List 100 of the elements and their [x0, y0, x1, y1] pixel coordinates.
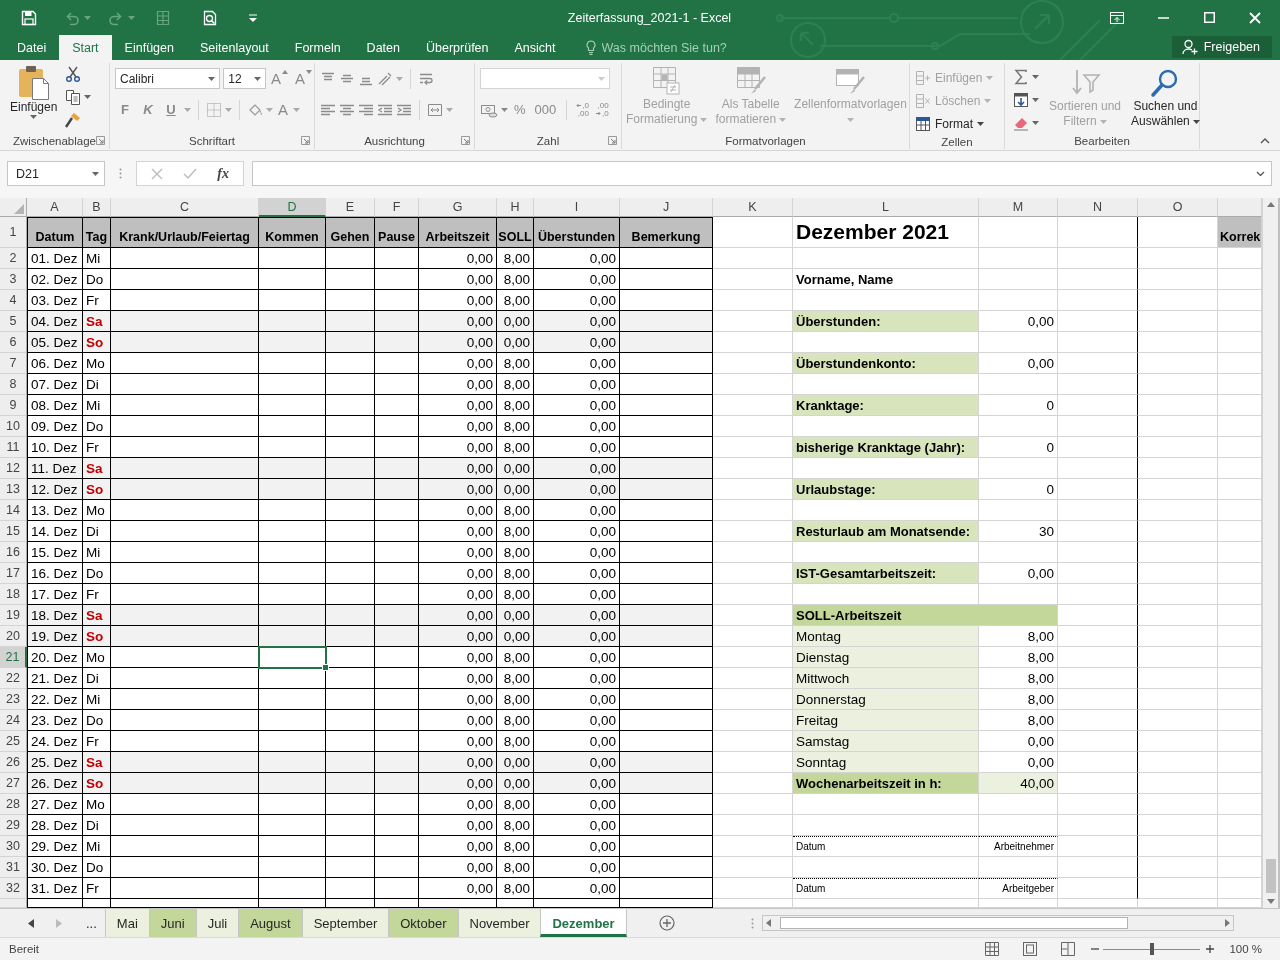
name-box[interactable]: D21: [7, 161, 105, 186]
number-format-field[interactable]: [480, 68, 610, 89]
sheet-tab[interactable]: September: [301, 909, 389, 937]
scrollbar-thumb[interactable]: [1265, 859, 1276, 893]
scroll-right-icon[interactable]: [1224, 919, 1230, 927]
scroll-down-icon[interactable]: [1266, 899, 1275, 904]
row-header[interactable]: 27: [0, 773, 27, 794]
font-size-combobox[interactable]: 12: [223, 68, 266, 89]
page-magnifier-icon[interactable]: [202, 9, 218, 26]
column-header[interactable]: H: [497, 198, 534, 217]
row-header[interactable]: 32: [0, 878, 27, 899]
ribbon-tab[interactable]: Formeln: [281, 35, 354, 60]
dotted-grid-icon[interactable]: [206, 101, 222, 118]
column-header[interactable]: E: [326, 198, 375, 217]
sheet-tab[interactable]: November: [457, 909, 541, 937]
vertical-dots-icon[interactable]: [750, 917, 754, 929]
insert-function-button[interactable]: fx: [217, 165, 229, 182]
row-header[interactable]: 22: [0, 668, 27, 689]
column-header[interactable]: B: [83, 198, 111, 217]
checkmark-icon[interactable]: [183, 167, 198, 180]
corner-arrow-icon[interactable]: [96, 136, 105, 145]
ribbon-tab[interactable]: Überprüfen: [412, 35, 502, 60]
row-header[interactable]: 31: [0, 857, 27, 878]
zoom-in-icon[interactable]: [1206, 945, 1215, 953]
selected-cell[interactable]: [259, 647, 326, 668]
row-header[interactable]: 14: [0, 500, 27, 521]
column-header[interactable]: I: [534, 198, 620, 217]
row-header[interactable]: 29: [0, 815, 27, 836]
sigma-icon[interactable]: [1013, 69, 1029, 85]
row-header[interactable]: 2: [0, 248, 27, 269]
corner-arrow-icon[interactable]: [608, 136, 617, 145]
vertical-dots-icon[interactable]: [119, 168, 122, 179]
column-header[interactable]: G: [419, 198, 497, 217]
page-icon[interactable]: [1023, 942, 1038, 956]
down-arrow-box-icon[interactable]: [1013, 92, 1029, 108]
column-header[interactable]: N: [1058, 198, 1138, 217]
cells-button[interactable]: Format: [915, 112, 1004, 135]
row-header[interactable]: [0, 899, 27, 908]
corner-arrow-icon[interactable]: [301, 136, 310, 145]
ribbon-tab[interactable]: Datei: [4, 35, 60, 60]
share-button[interactable]: Freigeben: [1171, 36, 1272, 58]
ribbon-tab[interactable]: Ansicht: [501, 35, 569, 60]
row-header[interactable]: 3: [0, 269, 27, 290]
row-header[interactable]: 4: [0, 290, 27, 311]
next-sheet-icon[interactable]: [56, 918, 62, 928]
column-header[interactable]: K: [713, 198, 793, 217]
row-header[interactable]: 17: [0, 563, 27, 584]
column-header[interactable]: [1218, 198, 1262, 217]
sheet-tab[interactable]: Juni: [148, 909, 196, 937]
fill-handle[interactable]: [322, 664, 329, 671]
scroll-up-icon[interactable]: [1266, 202, 1275, 207]
save-icon[interactable]: [21, 9, 37, 26]
font-name-combobox[interactable]: Calibri: [115, 68, 221, 89]
row-header[interactable]: 6: [0, 332, 27, 353]
row-header[interactable]: 30: [0, 836, 27, 857]
ribbon-tab[interactable]: Seitenlayout: [186, 35, 282, 60]
row-header[interactable]: 12: [0, 458, 27, 479]
tell-me-field[interactable]: Was möchten Sie tun?: [601, 40, 752, 55]
eraser-icon[interactable]: [1013, 115, 1029, 131]
row-header[interactable]: 26: [0, 752, 27, 773]
select-all-icon[interactable]: [14, 204, 24, 214]
undo-icon[interactable]: [64, 9, 80, 26]
row-header[interactable]: 5: [0, 311, 27, 332]
ribbon-tab[interactable]: Start: [59, 35, 112, 60]
scroll-left-icon[interactable]: [765, 919, 771, 927]
chevron-up-icon[interactable]: [1260, 138, 1270, 144]
previous-sheet-icon[interactable]: [28, 918, 34, 928]
sheet-tab[interactable]: August: [238, 909, 302, 937]
sheet-tab[interactable]: Dezember: [540, 909, 627, 937]
split-page-icon[interactable]: [1061, 942, 1076, 956]
table-icon[interactable]: [915, 115, 931, 132]
redo-icon[interactable]: [108, 9, 124, 26]
column-header[interactable]: M: [979, 198, 1058, 217]
row-header[interactable]: 21: [0, 647, 27, 668]
row-header[interactable]: 9: [0, 395, 27, 416]
grid-icon[interactable]: [985, 942, 1000, 956]
corner-arrow-icon[interactable]: [461, 136, 470, 145]
sheet-tab[interactable]: Mai: [104, 909, 149, 937]
bar-caret-icon[interactable]: [249, 13, 257, 22]
scrollbar-thumb[interactable]: [779, 917, 1128, 929]
more-sheets-button[interactable]: ...: [80, 909, 103, 937]
ribbon-tab[interactable]: Daten: [353, 35, 413, 60]
row-header[interactable]: 11: [0, 437, 27, 458]
vertical-scrollbar[interactable]: [1262, 198, 1278, 908]
diagonal-lines-icon[interactable]: [377, 70, 393, 87]
cancel-icon[interactable]: [151, 167, 164, 180]
ribbon-tab[interactable]: Einfügen: [111, 35, 187, 60]
column-header[interactable]: F: [375, 198, 419, 217]
column-header[interactable]: A: [27, 198, 83, 217]
formula-field[interactable]: [252, 161, 1272, 186]
horizontal-scrollbar[interactable]: [761, 915, 1234, 931]
row-header[interactable]: 24: [0, 710, 27, 731]
row-header[interactable]: 7: [0, 353, 27, 374]
row-header[interactable]: 13: [0, 479, 27, 500]
box-arrows-icon[interactable]: [427, 101, 443, 118]
row-header[interactable]: 28: [0, 794, 27, 815]
plus-circle-icon[interactable]: [658, 915, 675, 931]
column-header[interactable]: D: [259, 198, 326, 217]
column-header[interactable]: L: [793, 198, 979, 217]
row-header[interactable]: 25: [0, 731, 27, 752]
